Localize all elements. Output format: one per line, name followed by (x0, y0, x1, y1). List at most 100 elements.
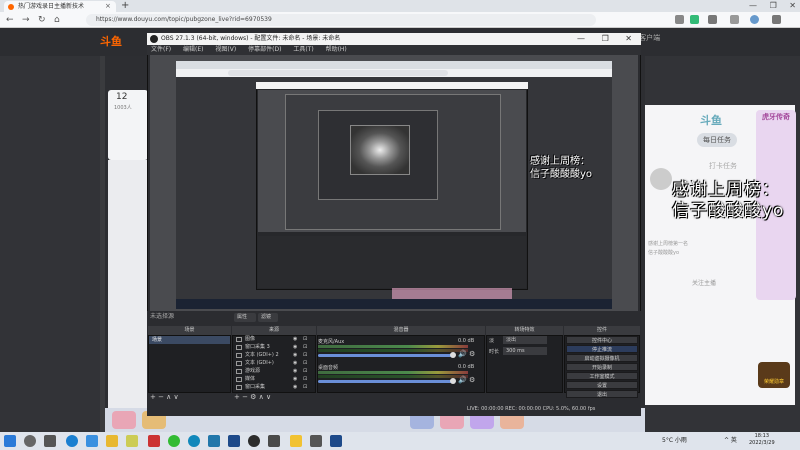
eye-icon[interactable]: ◉ (293, 360, 297, 367)
source-item[interactable]: 文本 (GDI+) 2 ◉ ⊡ (233, 352, 315, 359)
gift-icon[interactable] (112, 411, 136, 429)
forward-arrow-icon[interactable]: → (22, 12, 30, 28)
filters-button[interactable]: 滤镜 (258, 313, 278, 322)
control-center-button[interactable]: 控件中心 (566, 336, 638, 344)
menu-dots-icon[interactable] (772, 15, 781, 24)
favorites-icon[interactable] (708, 15, 717, 24)
lock-icon[interactable]: ⊡ (303, 368, 307, 375)
steam-icon-2[interactable] (330, 435, 342, 447)
scene-item[interactable]: 场景 (149, 336, 230, 344)
properties-button[interactable]: 属性 (234, 313, 256, 322)
extension-icon[interactable] (675, 15, 684, 24)
app-icon-5[interactable] (290, 435, 302, 447)
media-source-icon (236, 377, 242, 382)
mic-volume-knob[interactable] (450, 352, 456, 358)
wechat-icon[interactable] (168, 435, 180, 447)
source-item[interactable]: 窗口采集 ◉ ⊡ (233, 384, 315, 391)
recursive-tunnel (350, 125, 410, 175)
app-icon-3[interactable] (208, 435, 220, 447)
text-source-icon (236, 353, 242, 358)
app-icon-6[interactable] (310, 435, 322, 447)
lock-icon[interactable]: ⊡ (303, 376, 307, 383)
extension-icon-2[interactable] (690, 15, 699, 24)
obs-menu-bar[interactable]: 文件(F) 编辑(E) 视图(V) 停靠部件(D) 工具(T) 帮助(H) (147, 45, 641, 55)
virtual-camera-button[interactable]: 启动虚拟摄像机 (566, 354, 638, 362)
explorer-icon[interactable] (106, 435, 118, 447)
desktop-controls[interactable]: 🔊 ⚙ (458, 376, 475, 384)
weather-widget[interactable]: 5°C 小雨 (662, 434, 687, 448)
eye-icon[interactable]: ◉ (293, 368, 297, 375)
clock[interactable]: 18:13 2022/3/29 (749, 433, 775, 447)
studio-mode-button[interactable]: 工作室模式 (566, 372, 638, 380)
browser-tab[interactable]: 热门游戏录日主播新技术 (4, 1, 116, 12)
captured-tab-bar (176, 61, 612, 69)
new-tab-button[interactable]: + (121, 0, 129, 12)
source-item[interactable]: 游戏源 ◉ ⊡ (233, 368, 315, 375)
search-icon[interactable] (24, 435, 36, 447)
eye-icon[interactable]: ◉ (293, 336, 297, 343)
browser-window-controls[interactable]: — ❐ ✕ (749, 0, 796, 12)
steam-icon[interactable] (228, 435, 240, 447)
back-arrow-icon[interactable]: ← (6, 12, 14, 28)
start-icon[interactable] (4, 435, 16, 447)
stop-streaming-button[interactable]: 停止推流 (566, 345, 638, 353)
source-toolbar[interactable]: + − ⚙ ∧ ∨ (234, 393, 271, 401)
desktop-volume-slider[interactable] (318, 380, 454, 383)
eye-icon[interactable]: ◉ (293, 344, 297, 351)
exit-button[interactable]: 退出 (566, 390, 638, 398)
mic-controls[interactable]: 🔊 ⚙ (458, 350, 475, 358)
store-icon[interactable] (86, 435, 98, 447)
desktop-volume-knob[interactable] (450, 378, 456, 384)
checkin-task-link[interactable]: 打卡任务 (709, 161, 737, 171)
app-icon-4[interactable] (268, 435, 280, 447)
duration-input[interactable]: 300 ms (503, 347, 547, 355)
eye-icon[interactable]: ◉ (293, 384, 297, 391)
honor-badge[interactable]: 荣耀勋章 (758, 362, 790, 388)
task-view-icon[interactable] (44, 435, 56, 447)
streamer-card[interactable] (108, 90, 148, 160)
window-source-icon (236, 345, 242, 350)
overlay-line-2: 信子酸酸酸yo (672, 201, 785, 221)
url-input[interactable]: https://www.douyu.com/topic/pubgzone_liv… (86, 14, 596, 26)
streamer-avatar[interactable] (650, 168, 672, 190)
lock-icon[interactable]: ⊡ (303, 360, 307, 367)
scene-toolbar[interactable]: + − ∧ ∨ (150, 393, 179, 401)
obs-taskbar-icon[interactable] (248, 435, 260, 447)
settings-button[interactable]: 设置 (566, 381, 638, 389)
collections-icon[interactable] (730, 15, 739, 24)
mic-volume-slider[interactable] (318, 354, 454, 357)
status-text: LIVE: 00:00:00 REC: 00:00:00 CPU: 5.0%, … (467, 406, 596, 412)
address-bar: ← → ↻ ⌂ https://www.douyu.com/topic/pubg… (0, 12, 800, 28)
daily-task-button[interactable]: 每日任务 (697, 133, 737, 147)
mic-db: 0.0 dB (458, 338, 475, 344)
douyu-logo[interactable]: 斗鱼 (100, 33, 122, 49)
transition-select[interactable]: 淡出 (503, 336, 547, 344)
obs-window-controls[interactable]: — ❐ ✕ (577, 33, 632, 45)
tab-close-icon[interactable]: × (105, 1, 111, 12)
source-item[interactable]: 文本 (GDI+) ◉ ⊡ (233, 360, 315, 367)
qq-icon[interactable] (188, 435, 200, 447)
edge-icon[interactable] (66, 435, 78, 447)
source-item[interactable]: 窗口采集 3 ◉ ⊡ (233, 344, 315, 351)
source-item[interactable]: 图像 ◉ ⊡ (233, 336, 315, 343)
no-source-selected: 未选择源 (147, 312, 232, 322)
system-tray[interactable]: ^ 英 (724, 434, 737, 448)
source-item[interactable]: 媒体 ◉ ⊡ (233, 376, 315, 383)
reload-icon[interactable]: ↻ (38, 12, 46, 28)
lock-icon[interactable]: ⊡ (303, 352, 307, 359)
start-recording-button[interactable]: 开始录制 (566, 363, 638, 371)
source-name: 文本 (GDI+) (245, 360, 274, 366)
eye-icon[interactable]: ◉ (293, 376, 297, 383)
profile-avatar-icon[interactable] (750, 15, 759, 24)
lock-icon[interactable]: ⊡ (303, 336, 307, 343)
app-icon-2[interactable] (148, 435, 160, 447)
follow-text[interactable]: 关注主播 (692, 278, 716, 287)
app-icon[interactable] (126, 435, 138, 447)
lock-icon[interactable]: ⊡ (303, 384, 307, 391)
controls-dock-header: 控件 (564, 326, 640, 335)
desktop-channel-name: 桌面音频 (318, 365, 339, 371)
lock-icon[interactable]: ⊡ (303, 344, 307, 351)
overlay-line-1: 感谢上周榜： (672, 180, 780, 200)
eye-icon[interactable]: ◉ (293, 352, 297, 359)
home-icon[interactable]: ⌂ (54, 12, 60, 28)
